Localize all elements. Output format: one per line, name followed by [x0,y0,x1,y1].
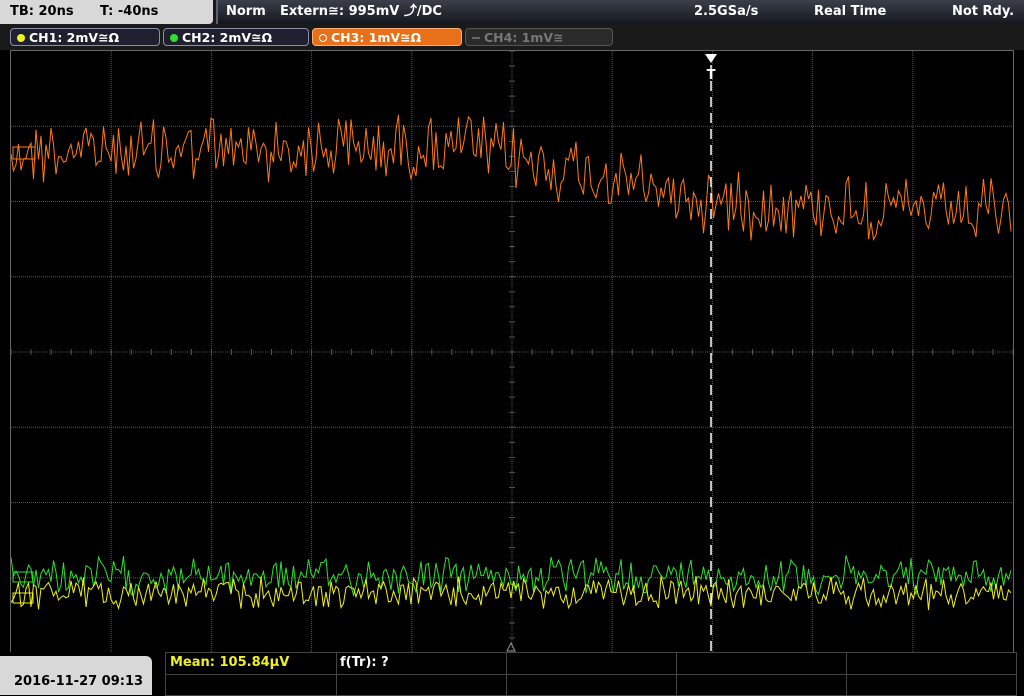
channel-4-off-icon [472,37,480,39]
channel-2-dot-icon [170,34,178,42]
trigger-time-label: T: -40ns [100,4,159,19]
datetime-box: 2016-11-27 09:13 [0,656,152,695]
waveform-display[interactable]: T [10,50,1014,654]
sample-rate: 2.5GSa/s [694,4,759,19]
channel-2-button[interactable]: CH2: 2mV≅Ω [163,28,309,46]
channel-3-dot-icon [319,34,327,42]
channel-3-button[interactable]: CH3: 1mV≅Ω [312,28,462,46]
trigger-panel[interactable]: Norm Extern≅: 995mV ⤴/DC 2.5GSa/s Real T… [216,0,1024,24]
trigger-source: Extern≅: 995mV ⤴/DC [280,4,442,19]
timebase-box[interactable]: TB: 20ns T: -40ns [0,0,213,24]
channel-4-button[interactable]: CH4: 1mV≅ [465,28,613,46]
channel-3-trace [11,114,1012,242]
measurement-divider [336,653,337,695]
center-marker-icon [506,641,516,652]
acquisition-state: Not Rdy. [952,4,1015,19]
measurement-ftr: f(Tr): ? [340,655,389,670]
bottom-bar: 2016-11-27 09:13 Mean: 105.84µV f(Tr): ? [0,652,1024,696]
measurement-divider [506,653,507,695]
trigger-marker: T [707,68,716,83]
acquisition-mode: Real Time [814,4,887,19]
channel-1-dot-icon [17,34,25,42]
channel-bar: CH1: 2mV≅Ω CH2: 2mV≅Ω CH3: 1mV≅Ω CH4: 1m… [0,26,1024,50]
channel-1-label: CH1: 2mV≅Ω [29,30,120,45]
channel-4-label: CH4: 1mV≅ [484,30,564,45]
channel-2-label: CH2: 2mV≅Ω [182,30,273,45]
timebase-label: TB: 20ns [10,4,74,19]
trigger-mode: Norm [226,4,266,19]
measurement-mean: Mean: 105.84µV [170,655,290,670]
graticule [11,51,1013,653]
waveform-svg: T [11,51,1013,653]
measurement-divider [846,653,847,695]
status-bar: TB: 20ns T: -40ns Norm Extern≅: 995mV ⤴/… [0,0,1024,26]
measurement-table[interactable]: Mean: 105.84µV f(Tr): ? [165,652,1017,696]
measurement-divider [676,653,677,695]
channel-3-label: CH3: 1mV≅Ω [331,30,422,45]
trigger-position-arrow-icon[interactable] [705,54,717,63]
channel-1-button[interactable]: CH1: 2mV≅Ω [10,28,160,46]
datetime-label: 2016-11-27 09:13 [14,674,144,689]
channel-2-offset-marker-icon[interactable] [12,571,34,583]
measurement-divider [166,674,1016,675]
